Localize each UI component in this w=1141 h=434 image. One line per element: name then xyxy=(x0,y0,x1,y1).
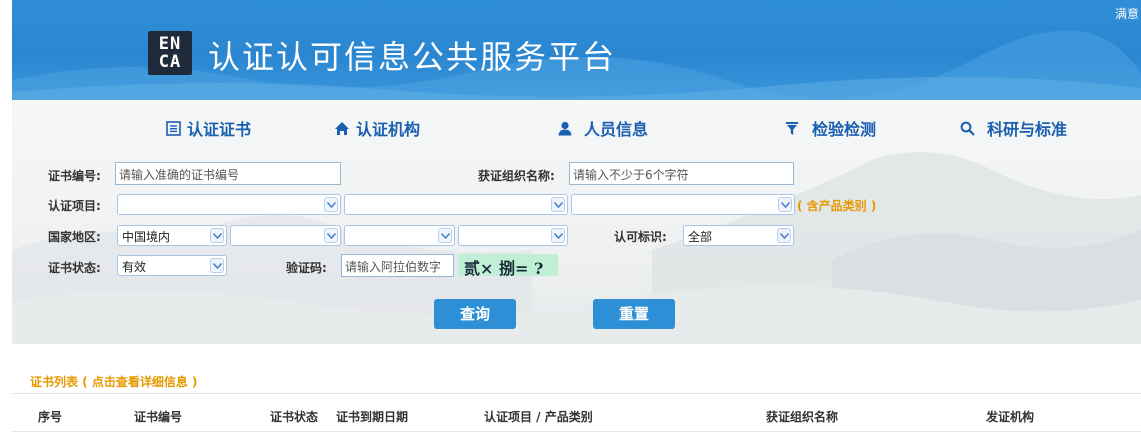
product-category-note: ( 含产品类别 ) xyxy=(797,199,877,213)
nav-label: 人员信息 xyxy=(584,120,649,139)
nav-item-research[interactable]: 科研与标准 xyxy=(960,116,1067,140)
nav-label: 认证证书 xyxy=(187,120,252,139)
nav-item-certificates[interactable]: 认证证书 xyxy=(166,116,251,140)
site-logo[interactable]: EN CA xyxy=(148,31,192,75)
chevron-down-icon xyxy=(551,197,565,212)
cert-status-select[interactable]: 有效 xyxy=(117,255,227,276)
region-selected-value: 中国境内 xyxy=(122,230,171,244)
satisfaction-link[interactable]: 满意 xyxy=(1115,5,1139,22)
chevron-down-icon xyxy=(438,228,452,243)
nav-item-personnel[interactable]: 人员信息 xyxy=(558,116,648,140)
chevron-down-icon xyxy=(551,228,565,243)
results-caption: 证书列表 ( 点击查看详细信息 ) xyxy=(30,375,198,389)
chevron-down-icon xyxy=(324,228,338,243)
filter-icon xyxy=(786,121,798,135)
captcha-input[interactable]: 请输入阿拉伯数字 xyxy=(341,254,454,277)
project-select-2[interactable] xyxy=(344,194,568,215)
region-label: 国家地区: xyxy=(48,230,101,244)
nav-label: 认证机构 xyxy=(356,120,421,139)
chevron-down-icon xyxy=(777,228,791,243)
region-select-province[interactable] xyxy=(230,225,341,246)
search-icon xyxy=(960,121,975,136)
site-title: 认证认可信息公共服务平台 xyxy=(208,38,617,76)
column-header-cert-number: 证书编号 xyxy=(134,410,183,424)
captcha-image[interactable]: 贰× 捌= ? xyxy=(458,254,558,278)
accreditation-mark-label: 认可标识: xyxy=(614,230,667,244)
home-icon xyxy=(335,121,349,135)
captcha-label: 验证码: xyxy=(286,261,327,275)
header-banner: EN CA 认证认可信息公共服务平台 xyxy=(12,0,1141,100)
accreditation-mark-select[interactable]: 全部 xyxy=(683,225,794,246)
region-select-country[interactable]: 中国境内 xyxy=(117,225,227,246)
status-selected-value: 有效 xyxy=(122,260,147,274)
query-button[interactable]: 查询 xyxy=(434,299,516,329)
divider xyxy=(12,393,1141,394)
nav-label: 检验检测 xyxy=(812,120,877,139)
project-select-1[interactable] xyxy=(117,194,341,215)
main-nav: 认证证书 认证机构 人员信息 检验检测 科研与标准 xyxy=(12,100,1141,152)
column-header-issuer: 发证机构 xyxy=(986,410,1035,424)
divider xyxy=(12,431,1141,432)
chevron-down-icon xyxy=(778,197,792,212)
certificate-icon xyxy=(166,120,181,136)
nav-label: 科研与标准 xyxy=(987,120,1068,139)
project-select-3[interactable] xyxy=(571,194,795,215)
chevron-down-icon xyxy=(210,228,224,243)
nav-item-testing[interactable]: 检验检测 xyxy=(786,116,876,140)
cert-number-input[interactable]: 请输入准确的证书编号 xyxy=(115,162,341,185)
chevron-down-icon xyxy=(324,197,338,212)
mark-selected-value: 全部 xyxy=(688,230,713,244)
nav-item-institutions[interactable]: 认证机构 xyxy=(334,116,420,140)
column-header-expiry: 证书到期日期 xyxy=(336,410,409,424)
column-header-org-name: 获证组织名称 xyxy=(766,410,839,424)
project-label: 认证项目: xyxy=(48,199,101,213)
cert-number-label: 证书编号: xyxy=(48,169,101,183)
user-icon xyxy=(558,121,572,135)
region-select-district[interactable] xyxy=(458,225,568,246)
column-header-index: 序号 xyxy=(38,410,63,424)
org-name-input[interactable]: 请输入不少于6个字符 xyxy=(569,162,794,185)
cert-status-label: 证书状态: xyxy=(48,261,101,275)
region-select-city[interactable] xyxy=(344,225,455,246)
column-header-status: 证书状态 xyxy=(270,410,319,424)
column-header-project: 认证项目 / 产品类别 xyxy=(484,410,593,424)
org-name-label: 获证组织名称: xyxy=(478,169,555,183)
reset-button[interactable]: 重置 xyxy=(593,299,675,329)
chevron-down-icon xyxy=(210,258,224,273)
